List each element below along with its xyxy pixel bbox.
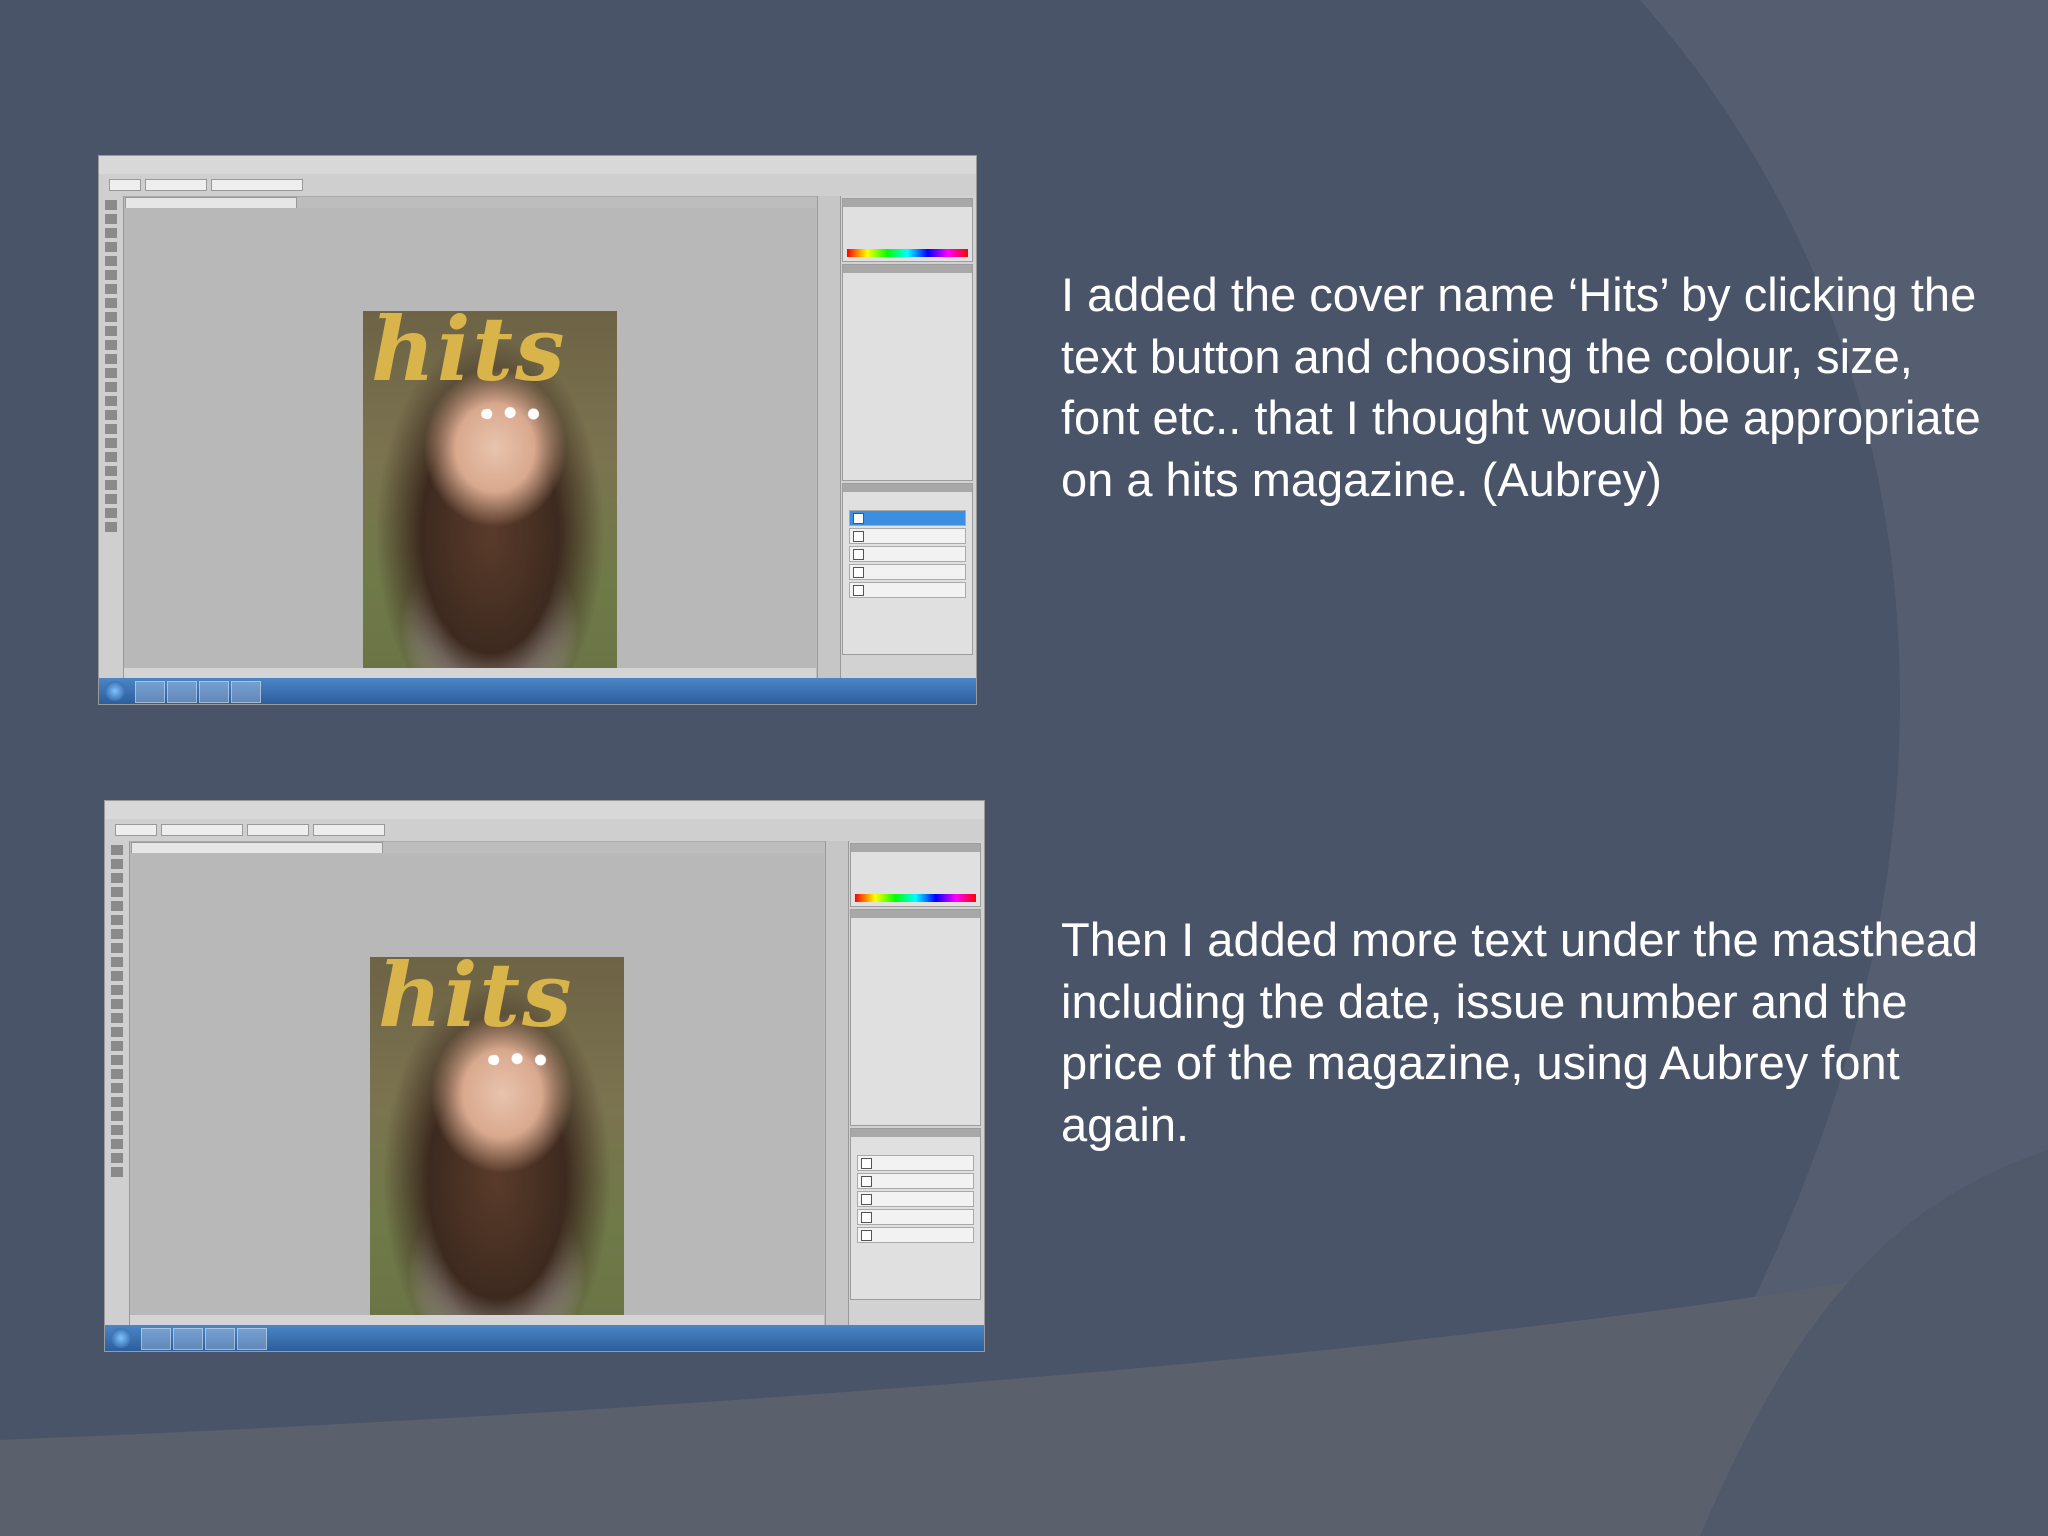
layer-row: [849, 546, 966, 562]
panel-strip: [826, 841, 849, 1325]
color-spectrum: [855, 894, 976, 902]
layer-row: [857, 1209, 974, 1225]
color-panel: [842, 198, 973, 262]
options-bar: [105, 819, 984, 842]
taskbar-item: [135, 681, 165, 703]
windows-taskbar: [105, 1325, 984, 1351]
photoshop-screenshot-1: hits: [98, 155, 977, 705]
layer-row: [849, 582, 966, 598]
cover-masthead: hits: [371, 311, 567, 401]
adjustments-panel: [842, 264, 973, 481]
flower-crown-icon: [475, 407, 553, 421]
layer-row: [849, 510, 966, 526]
layer-row: [857, 1227, 974, 1243]
taskbar-item: [237, 1328, 267, 1350]
panels-dock: [817, 196, 976, 678]
taskbar-item: [231, 681, 261, 703]
flower-crown-icon: [482, 1053, 560, 1067]
cover-masthead: hits: [378, 957, 574, 1047]
status-bar: [130, 1315, 824, 1325]
toolbox: [99, 196, 124, 678]
menu-bar: [105, 801, 984, 819]
color-spectrum: [847, 249, 968, 257]
taskbar-item: [167, 681, 197, 703]
caption-paragraph-2: Then I added more text under the masthea…: [1061, 913, 1979, 1151]
status-bar: [124, 668, 816, 678]
toolbox: [105, 841, 130, 1325]
layer-row: [849, 528, 966, 544]
windows-taskbar: [99, 678, 976, 704]
panel-strip: [818, 196, 841, 678]
panels-dock: [825, 841, 984, 1325]
color-panel: [850, 843, 981, 907]
options-bar: [99, 174, 976, 197]
photoshop-screenshot-2: hits: [104, 800, 985, 1352]
taskbar-item: [141, 1328, 171, 1350]
magazine-cover: hits: [370, 957, 624, 1317]
caption-paragraph-1: I added the cover name ‘Hits’ by clickin…: [1061, 268, 1981, 506]
layers-panel: [842, 483, 973, 655]
magazine-cover: hits: [363, 311, 617, 671]
taskbar-item: [205, 1328, 235, 1350]
canvas-area: hits: [130, 853, 824, 1317]
layer-row: [857, 1155, 974, 1171]
layers-panel: [850, 1128, 981, 1300]
layer-row: [857, 1173, 974, 1189]
adjustments-panel: [850, 909, 981, 1126]
start-button-icon: [111, 1328, 131, 1348]
taskbar-item: [199, 681, 229, 703]
taskbar-item: [173, 1328, 203, 1350]
menu-bar: [99, 156, 976, 174]
canvas-area: hits: [124, 208, 816, 671]
layer-row: [849, 564, 966, 580]
layer-row: [857, 1191, 974, 1207]
start-button-icon: [105, 681, 125, 701]
